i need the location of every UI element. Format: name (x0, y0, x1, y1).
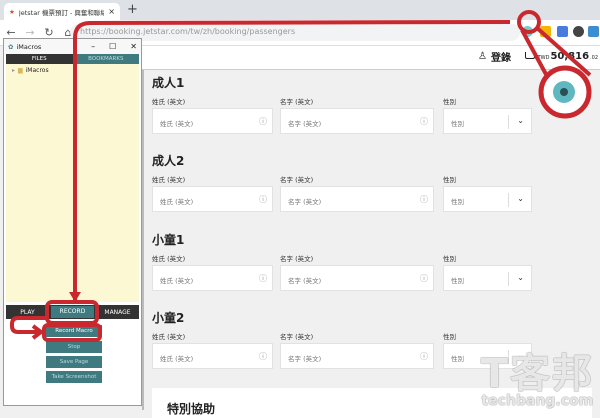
info-icon: ⓘ (259, 117, 267, 126)
chevron-down-icon: ⌄ (517, 194, 524, 203)
stop-button[interactable]: Stop (46, 341, 102, 353)
save-page-button[interactable]: Save Page (46, 356, 102, 368)
tab-manage[interactable]: MANAGE (96, 309, 139, 316)
chevron-down-icon: ⌄ (517, 273, 524, 282)
take-screenshot-button[interactable]: Take Screenshot (46, 371, 102, 383)
info-icon: ⓘ (259, 195, 267, 204)
gender-label: 性別 (443, 176, 456, 184)
gender-select[interactable]: 性別 ⌄ (443, 186, 532, 212)
extension-icon[interactable] (588, 26, 599, 37)
passenger-section: 小童1 姓氏 (英文) 名字 (英文) 性別 姓氏 (英文) ⓘ 名字 (英文) ⓘ… (152, 231, 592, 291)
tab-play[interactable]: PLAY (6, 309, 49, 316)
tree-item-imacros[interactable]: iMacros (26, 67, 49, 299)
tab-files[interactable]: FILES (6, 54, 73, 64)
expand-icon[interactable]: ▸ (12, 67, 15, 299)
site-header: ♙ 登錄 TWD 50,816.02 (142, 46, 600, 70)
first-name-label: 名字 (英文) (280, 333, 314, 341)
gender-label: 性別 (443, 333, 456, 341)
new-tab-button[interactable]: + (127, 2, 138, 17)
extension-icon[interactable] (573, 26, 584, 37)
first-name-label: 名字 (英文) (280, 98, 314, 106)
info-icon: ⓘ (259, 352, 267, 361)
first-name-input[interactable]: 名字 (英文) ⓘ (280, 186, 434, 212)
info-icon: ⓘ (420, 195, 428, 204)
info-icon: ⓘ (259, 274, 267, 283)
first-name-label: 名字 (英文) (280, 255, 314, 263)
user-icon: ♙ (478, 51, 487, 62)
imacros-panel: ✿ iMacros – ☐ ✕ FILES BOOKMARKS ▸ ▆ iMacros PLA… (3, 38, 142, 406)
section-title: 成人2 (152, 154, 185, 168)
passenger-section: 成人1 姓氏 (英文) 名字 (英文) 性別 姓氏 (英文) ⓘ 名字 (英文) ⓘ… (152, 74, 592, 134)
last-name-label: 姓氏 (英文) (152, 255, 186, 263)
gender-label: 性別 (443, 255, 456, 263)
info-icon: ⓘ (420, 274, 428, 283)
cart[interactable]: TWD 50,816.02 (524, 51, 598, 62)
passenger-section: 成人2 姓氏 (英文) 名字 (英文) 性別 姓氏 (英文) ⓘ 名字 (英文) ⓘ… (152, 152, 592, 212)
extension-icon[interactable] (540, 26, 551, 37)
last-name-label: 姓氏 (英文) (152, 333, 186, 341)
last-name-input[interactable]: 姓氏 (英文) ⓘ (152, 265, 273, 291)
first-name-input[interactable]: 名字 (英文) ⓘ (280, 108, 434, 134)
chevron-down-icon: ⌄ (517, 116, 524, 125)
maximize-button[interactable]: ☐ (109, 42, 116, 51)
translate-icon[interactable] (557, 26, 568, 37)
cart-icon (524, 52, 535, 59)
gender-select[interactable]: 性別 ⌄ (443, 265, 532, 291)
section-title: 小童1 (152, 233, 185, 247)
tab-bookmarks[interactable]: BOOKMARKS (72, 54, 139, 64)
tab-bar: ★Jetstar 機票預訂 - 興奮和聯絡方式× + (0, 0, 600, 20)
info-icon: ⓘ (420, 352, 428, 361)
passenger-section: 小童2 姓氏 (英文) 名字 (英文) 性別 姓氏 (英文) ⓘ 名字 (英文) ⓘ… (152, 309, 592, 369)
imacros-extension-icon[interactable] (522, 26, 533, 37)
techbang-watermark: T客邦 techbang.com (480, 351, 594, 409)
imacros-logo-icon: ✿ (8, 42, 14, 51)
record-macro-button[interactable]: Record Macro (46, 325, 102, 337)
login-link[interactable]: ♙ 登錄 (478, 49, 511, 64)
last-name-input[interactable]: 姓氏 (英文) ⓘ (152, 108, 273, 134)
file-tree: ▸ ▆ iMacros (6, 64, 139, 302)
last-name-input[interactable]: 姓氏 (英文) ⓘ (152, 186, 273, 212)
close-tab-icon[interactable]: × (108, 7, 115, 16)
jetstar-star-icon: ★ (9, 7, 15, 16)
section-title: 成人1 (152, 76, 185, 90)
gender-label: 性別 (443, 98, 456, 106)
section-title: 小童2 (152, 311, 185, 325)
first-name-input[interactable]: 名字 (英文) ⓘ (280, 343, 434, 369)
last-name-input[interactable]: 姓氏 (英文) ⓘ (152, 343, 273, 369)
last-name-label: 姓氏 (英文) (152, 176, 186, 184)
minimize-button[interactable]: – (91, 42, 95, 51)
gender-select[interactable]: 性別 ⌄ (443, 108, 532, 134)
imacros-titlebar: ✿ iMacros – ☐ ✕ (4, 39, 141, 54)
folder-icon: ▆ (18, 67, 23, 74)
close-button[interactable]: ✕ (130, 42, 137, 51)
tab-record[interactable]: RECORD (51, 306, 94, 318)
info-icon: ⓘ (420, 117, 428, 126)
first-name-input[interactable]: 名字 (英文) ⓘ (280, 265, 434, 291)
browser-tab[interactable]: ★Jetstar 機票預訂 - 興奮和聯絡方式× (4, 3, 120, 20)
first-name-label: 名字 (英文) (280, 176, 314, 184)
last-name-label: 姓氏 (英文) (152, 98, 186, 106)
